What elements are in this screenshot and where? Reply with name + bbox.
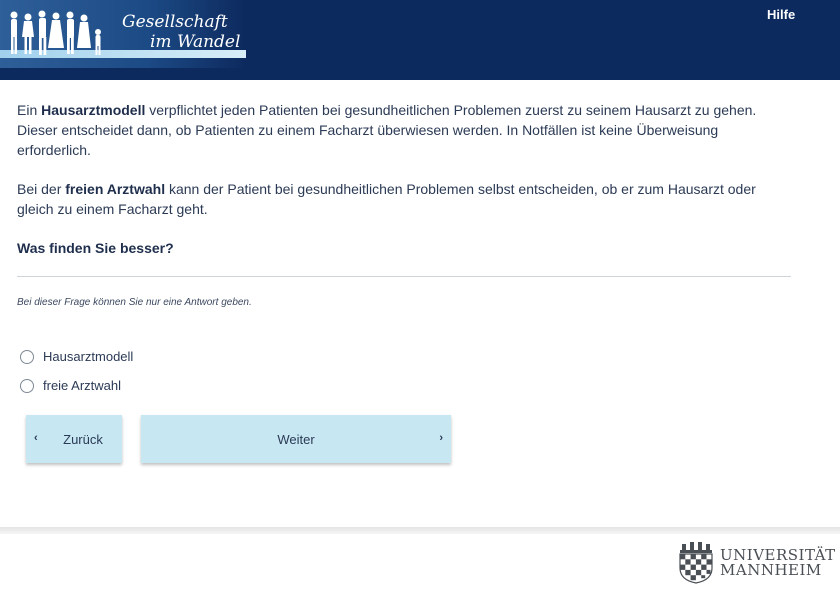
next-button-label: Weiter: [277, 432, 315, 447]
logo-line-1: Gesellschaft: [122, 12, 228, 32]
footer-divider: [0, 527, 840, 534]
intro-p2-bold-term: freien Arztwahl: [65, 181, 166, 197]
option-label: freie Arztwahl: [43, 378, 122, 393]
people-silhouettes-icon: [10, 10, 101, 55]
intro-paragraph-2: Bei der freien Arztwahl kann der Patient…: [17, 179, 777, 219]
intro-p1-bold-term: Hausarztmodell: [41, 102, 146, 118]
help-link[interactable]: Hilfe: [767, 7, 795, 22]
intro-p1-text-start: Ein: [17, 102, 42, 118]
back-button-label: Zurück: [63, 432, 103, 447]
logo-line-2: im Wandel: [150, 32, 241, 52]
gesellschaft-im-wandel-logo[interactable]: Gesellschaft im Wandel: [0, 0, 246, 68]
radio-freie-arztwahl[interactable]: [20, 378, 34, 393]
university-line-2: MANNHEIM: [720, 561, 822, 579]
answer-options: Hausarztmodell freie Arztwahl: [20, 342, 133, 400]
radio-hausarztmodell[interactable]: [20, 349, 34, 364]
intro-p2-text-start: Bei der: [17, 181, 66, 197]
intro-paragraph-1: Ein Hausarztmodell verpflichtet jeden Pa…: [17, 100, 777, 160]
chevron-left-icon: ‹: [34, 432, 38, 444]
header: Gesellschaft im Wandel Hilfe: [0, 0, 840, 80]
question-text: Was finden Sie besser?: [17, 240, 174, 256]
divider: [17, 276, 791, 277]
logo-text: Gesellschaft im Wandel: [122, 12, 240, 52]
next-button[interactable]: Weiter ›: [141, 415, 451, 463]
university-name: UNIVERSITÄT MANNHEIM: [720, 548, 836, 578]
survey-content: Ein Hausarztmodell verpflichtet jeden Pa…: [17, 100, 777, 258]
chevron-right-icon: ›: [439, 432, 443, 444]
back-button[interactable]: ‹ Zurück: [26, 415, 122, 463]
answer-instruction: Bei dieser Frage können Sie nur eine Ant…: [17, 297, 252, 308]
option-label: Hausarztmodell: [43, 349, 134, 364]
universitaet-mannheim-logo: UNIVERSITÄT MANNHEIM: [676, 542, 836, 584]
mannheim-crest-icon: [679, 542, 713, 584]
option-hausarztmodell[interactable]: Hausarztmodell: [20, 342, 133, 371]
option-freie-arztwahl[interactable]: freie Arztwahl: [20, 371, 133, 400]
